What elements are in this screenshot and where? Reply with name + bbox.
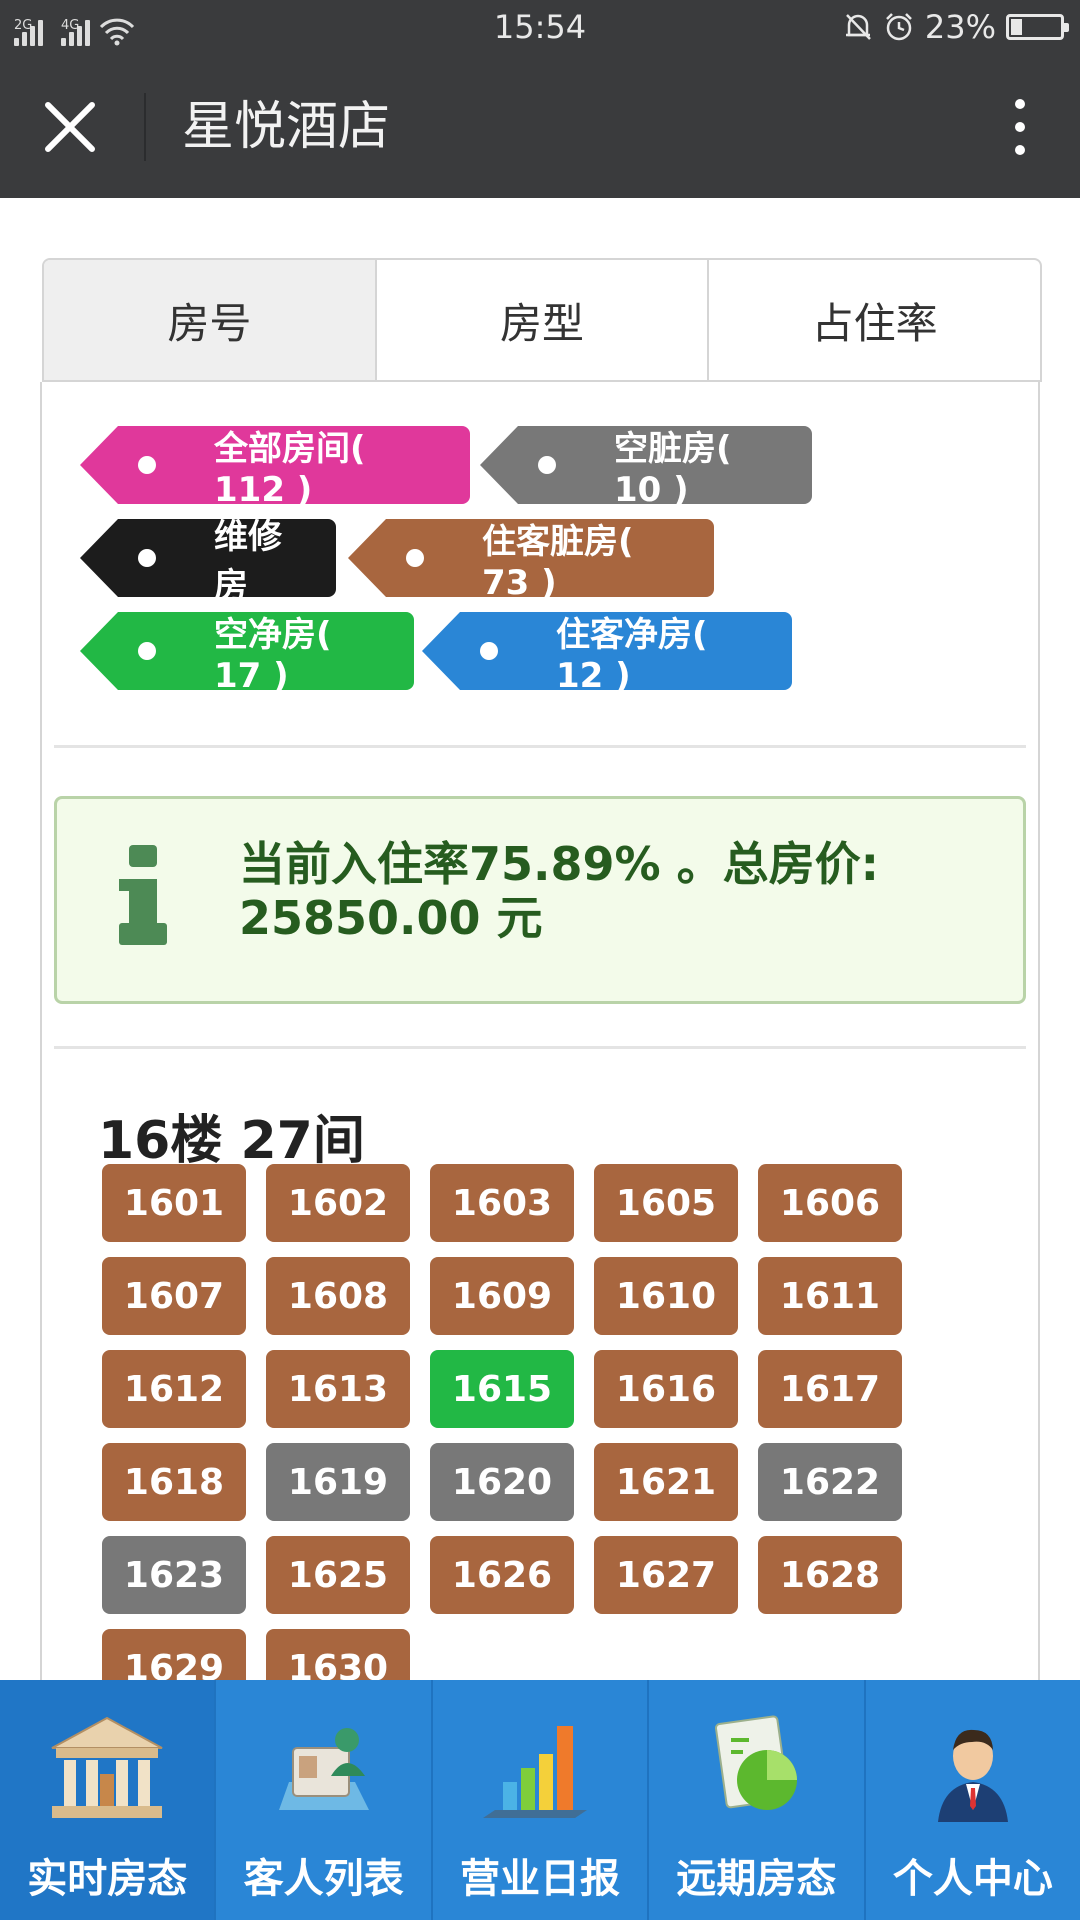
occupancy-summary: 当前入住率75.89% 。总房价: 25850.00 元	[239, 837, 880, 945]
nav-daily-report[interactable]: 营业日报	[430, 1680, 647, 1920]
guest-card-icon	[278, 1728, 369, 1810]
battery-icon	[1006, 14, 1069, 40]
filter-maintenance[interactable]: 维修房	[80, 517, 336, 606]
nav-label: 个人中心	[892, 1856, 1053, 1902]
filter-label: 全部房间( 112 )	[214, 428, 366, 510]
room-1613[interactable]: 1613	[266, 1350, 410, 1428]
tab-room-number[interactable]: 房号	[44, 260, 375, 380]
room-1627[interactable]: 1627	[594, 1536, 738, 1614]
filter-label: 空脏房( 10 )	[614, 428, 732, 510]
room-1615[interactable]: 1615	[430, 1350, 574, 1428]
room-1603[interactable]: 1603	[430, 1164, 574, 1242]
room-1610[interactable]: 1610	[594, 1257, 738, 1335]
nav-label: 实时房态	[27, 1856, 188, 1902]
room-1628[interactable]: 1628	[758, 1536, 902, 1614]
bottom-nav: 实时房态 客人列表 营业日报 远期房态 个人中心	[0, 1680, 1080, 1920]
room-1609[interactable]: 1609	[430, 1257, 574, 1335]
more-menu-icon[interactable]	[1000, 95, 1040, 159]
room-1618[interactable]: 1618	[102, 1443, 246, 1521]
filter-label: 维修房	[214, 517, 282, 606]
room-1606[interactable]: 1606	[758, 1164, 902, 1242]
filter-label: 住客净房( 12 )	[556, 614, 708, 696]
status-right: 23%	[843, 8, 1069, 46]
room-1623[interactable]: 1623	[102, 1536, 246, 1614]
status-bar: 2G 4G 15:54 23%	[0, 0, 1080, 55]
room-1625[interactable]: 1625	[266, 1536, 410, 1614]
occupancy-info-box: 当前入住率75.89% 。总房价: 25850.00 元	[54, 796, 1026, 1004]
filter-all-rooms[interactable]: 全部房间( 112 )	[80, 426, 470, 510]
nav-label: 远期房态	[676, 1856, 837, 1902]
room-1621[interactable]: 1621	[594, 1443, 738, 1521]
tab-room-type[interactable]: 房型	[374, 260, 708, 380]
filter-occupied-clean[interactable]: 住客净房( 12 )	[422, 612, 792, 696]
filter-vacant-dirty[interactable]: 空脏房( 10 )	[480, 426, 812, 510]
room-1601[interactable]: 1601	[102, 1164, 246, 1242]
mute-bell-icon	[845, 14, 871, 40]
room-1622[interactable]: 1622	[758, 1443, 902, 1521]
title-bar: 星悦酒店	[0, 55, 1080, 198]
room-1616[interactable]: 1616	[594, 1350, 738, 1428]
room-1626[interactable]: 1626	[430, 1536, 574, 1614]
battery-percent: 23%	[924, 8, 996, 46]
bank-icon	[51, 1716, 163, 1818]
nav-label: 客人列表	[243, 1856, 404, 1902]
room-1605[interactable]: 1605	[594, 1164, 738, 1242]
nav-label: 营业日报	[460, 1856, 621, 1902]
info-icon	[119, 845, 167, 945]
page-title: 星悦酒店	[182, 97, 391, 157]
filter-vacant-clean[interactable]: 空净房( 17 )	[80, 612, 414, 696]
divider	[54, 1046, 1026, 1049]
room-1607[interactable]: 1607	[102, 1257, 246, 1335]
room-1620[interactable]: 1620	[430, 1443, 574, 1521]
title-divider	[144, 93, 146, 161]
room-1611[interactable]: 1611	[758, 1257, 902, 1335]
view-tabs: 房号 房型 占住率	[42, 258, 1042, 382]
room-1608[interactable]: 1608	[266, 1257, 410, 1335]
filter-label: 住客脏房( 73 )	[482, 521, 634, 603]
room-1617[interactable]: 1617	[758, 1350, 902, 1428]
nav-guest-list[interactable]: 客人列表	[214, 1680, 430, 1920]
floor-title: 16楼 27间	[98, 1111, 365, 1171]
filter-occupied-dirty[interactable]: 住客脏房( 73 )	[348, 519, 714, 603]
alarm-icon	[885, 13, 912, 41]
divider	[54, 745, 1026, 748]
nav-future-status[interactable]: 远期房态	[647, 1680, 863, 1920]
nav-personal-center[interactable]: 个人中心	[863, 1680, 1080, 1920]
nav-realtime-status[interactable]: 实时房态	[0, 1680, 215, 1920]
pie-chart-icon	[715, 1715, 798, 1810]
room-1612[interactable]: 1612	[102, 1350, 246, 1428]
room-1602[interactable]: 1602	[266, 1164, 410, 1242]
tab-occupancy[interactable]: 占住率	[707, 260, 1040, 380]
user-icon	[937, 1729, 1008, 1822]
room-1619[interactable]: 1619	[266, 1443, 410, 1521]
close-icon[interactable]	[38, 95, 102, 159]
bar-chart-icon	[483, 1726, 588, 1818]
filter-label: 空净房( 17 )	[214, 614, 332, 696]
